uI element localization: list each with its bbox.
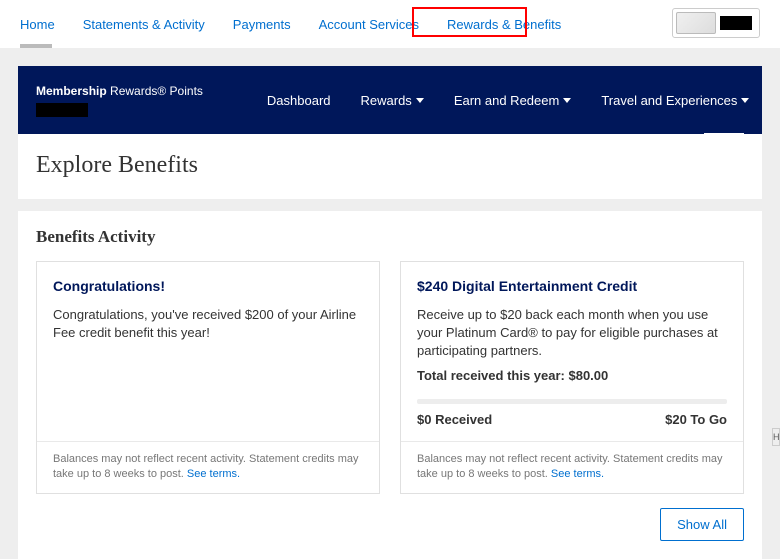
benefit-card-text: Congratulations, you've received $200 of… xyxy=(53,306,363,342)
rewards-brand-bold: Membership xyxy=(36,84,107,98)
benefit-card-body: $240 Digital Entertainment Credit Receiv… xyxy=(401,262,743,441)
rewards-nav-dashboard[interactable]: Dashboard xyxy=(267,93,331,108)
see-terms-link[interactable]: See terms. xyxy=(551,468,604,480)
rewards-summary: Membership Rewards® Points xyxy=(36,84,203,117)
benefits-cards-row: Congratulations! Congratulations, you've… xyxy=(36,261,744,494)
explore-benefits-section: Explore Benefits xyxy=(18,134,762,199)
see-terms-link[interactable]: See terms. xyxy=(187,468,240,480)
benefit-card-title: $240 Digital Entertainment Credit xyxy=(417,278,727,294)
card-selector[interactable] xyxy=(672,8,760,38)
side-tab[interactable]: H xyxy=(772,428,780,446)
progress-to-go: $20 To Go xyxy=(665,412,727,427)
rewards-nav-dashboard-label: Dashboard xyxy=(267,93,331,108)
rewards-nav-earn-redeem-label: Earn and Redeem xyxy=(454,93,560,108)
rewards-program-label: Membership Rewards® Points xyxy=(36,84,203,98)
page-title: Explore Benefits xyxy=(36,152,744,179)
nav-home[interactable]: Home xyxy=(20,17,55,32)
rewards-nav-travel[interactable]: Travel and Experiences xyxy=(601,93,749,108)
progress-row: $0 Received $20 To Go xyxy=(417,412,727,427)
card-redacted xyxy=(720,16,752,30)
progress-received: $0 Received xyxy=(417,412,492,427)
rewards-nav-rewards-label: Rewards xyxy=(361,93,412,108)
benefit-card: $240 Digital Entertainment Credit Receiv… xyxy=(400,261,744,494)
benefit-total: Total received this year: $80.00 xyxy=(417,367,727,385)
show-all-button[interactable]: Show All xyxy=(660,508,744,541)
nav-statements[interactable]: Statements & Activity xyxy=(83,17,205,32)
benefits-active-underline xyxy=(704,133,744,136)
nav-payments[interactable]: Payments xyxy=(233,17,291,32)
show-all-row: Show All xyxy=(36,508,744,541)
benefit-card-title: Congratulations! xyxy=(53,278,363,294)
nav-account-services[interactable]: Account Services xyxy=(319,17,419,32)
points-redacted xyxy=(36,103,88,117)
benefit-card-body: Congratulations! Congratulations, you've… xyxy=(37,262,379,441)
rewards-nav: Dashboard Rewards Earn and Redeem Travel… xyxy=(267,93,780,108)
rewards-nav-rewards[interactable]: Rewards xyxy=(361,93,424,108)
rewards-nav-earn-redeem[interactable]: Earn and Redeem xyxy=(454,93,572,108)
benefit-card-text: Receive up to $20 back each month when y… xyxy=(417,306,727,361)
rewards-bar: Membership Rewards® Points Dashboard Rew… xyxy=(18,66,762,134)
nav-rewards-benefits[interactable]: Rewards & Benefits xyxy=(447,17,561,32)
chevron-down-icon xyxy=(563,98,571,103)
benefits-activity-section: Benefits Activity Congratulations! Congr… xyxy=(18,211,762,559)
benefit-card-foot: Balances may not reflect recent activity… xyxy=(37,441,379,493)
card-icon xyxy=(676,12,716,34)
chevron-down-icon xyxy=(416,98,424,103)
rewards-brand-rest: Rewards® Points xyxy=(107,84,203,98)
benefits-activity-title: Benefits Activity xyxy=(36,227,744,247)
benefit-card: Congratulations! Congratulations, you've… xyxy=(36,261,380,494)
chevron-down-icon xyxy=(741,98,749,103)
top-nav: Home Statements & Activity Payments Acco… xyxy=(0,0,780,48)
rewards-nav-travel-label: Travel and Experiences xyxy=(601,93,737,108)
progress-bar xyxy=(417,399,727,404)
benefit-card-foot: Balances may not reflect recent activity… xyxy=(401,441,743,493)
